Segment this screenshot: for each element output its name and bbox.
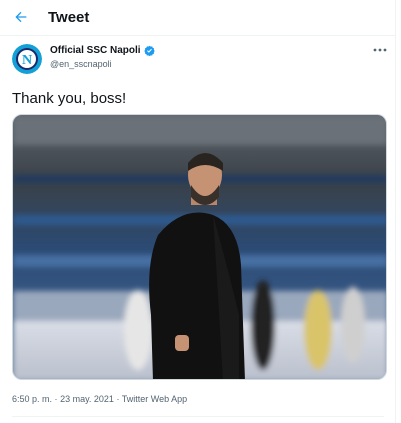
more-horizontal-icon: [373, 48, 387, 52]
tweet-date[interactable]: 23 may. 2021: [60, 394, 114, 404]
tweet-text: Thank you, boss!: [12, 90, 127, 107]
tweet-photo[interactable]: [12, 114, 387, 380]
author-name-row[interactable]: Official SSC Napoli: [50, 45, 155, 56]
author-handle[interactable]: @en_sscnapoli: [50, 59, 112, 69]
more-options-button[interactable]: [372, 44, 388, 56]
divider: [12, 416, 384, 417]
back-button[interactable]: [8, 4, 34, 30]
avatar[interactable]: N: [12, 44, 42, 74]
meta-separator: ·: [116, 394, 120, 404]
verified-badge-icon: [143, 45, 155, 56]
meta-separator: ·: [54, 394, 58, 404]
top-bar: Tweet: [0, 0, 395, 36]
author-display-name[interactable]: Official SSC Napoli: [50, 45, 141, 56]
arrow-left-icon: [15, 11, 27, 23]
photo-coach-on-pitch-icon: [13, 115, 386, 379]
tweet-source[interactable]: Twitter Web App: [122, 394, 187, 404]
tweet-time[interactable]: 6:50 p. m.: [12, 394, 52, 404]
page-title: Tweet: [48, 9, 90, 26]
svg-text:N: N: [22, 53, 32, 68]
tweet-detail-page: Tweet N Official SSC Napoli @en_sscnapol…: [0, 0, 396, 423]
tweet-metadata: 6:50 p. m. · 23 may. 2021 · Twitter Web …: [12, 394, 187, 404]
ssc-napoli-logo-icon: N: [12, 44, 42, 74]
